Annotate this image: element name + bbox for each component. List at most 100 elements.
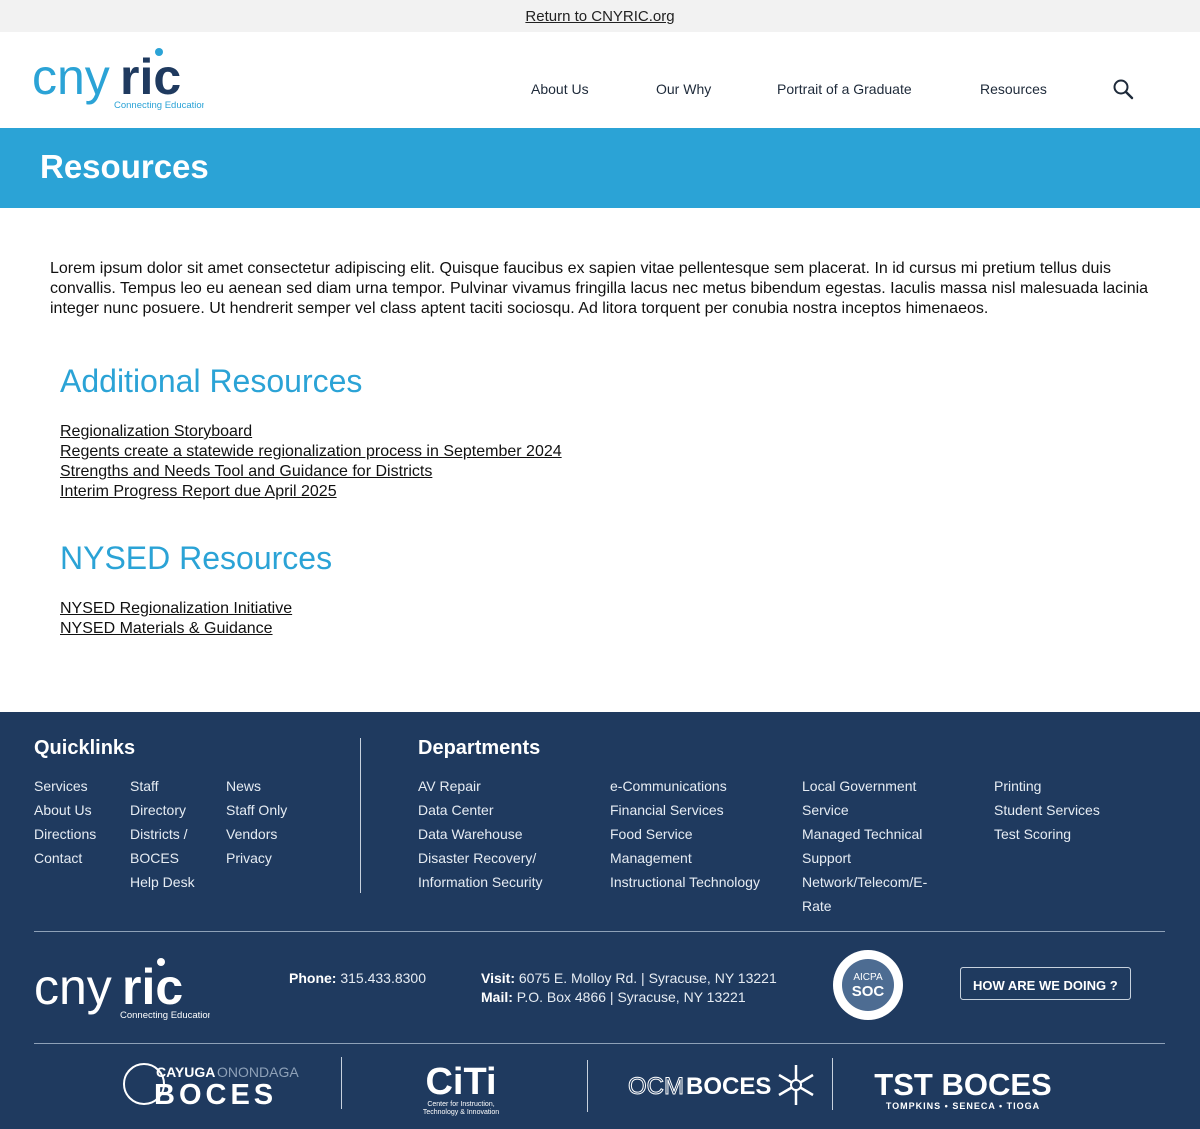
dept-data-center[interactable]: Data Center xyxy=(418,798,543,822)
phone-label: Phone: xyxy=(289,970,337,986)
link-nysed-regionalization-initiative[interactable]: NYSED Regionalization Initiative xyxy=(60,599,292,619)
quicklinks-column-2: Staff Directory Districts / BOCES Help D… xyxy=(130,774,195,894)
tst-boces-text: TST BOCES xyxy=(874,1067,1051,1102)
departments-column-3: Local Government Service Managed Technic… xyxy=(802,774,927,918)
dept-av-repair[interactable]: AV Repair xyxy=(418,774,543,798)
soc-badge-soc: SOC xyxy=(852,983,885,1000)
dept-instructional-technology[interactable]: Instructional Technology xyxy=(610,870,760,894)
page-title: Resources xyxy=(40,148,209,185)
dept-disaster-recovery[interactable]: Disaster Recovery/ xyxy=(418,846,543,870)
footer-logo-text-ric: ric xyxy=(122,959,183,1015)
return-to-cnyric-link[interactable]: Return to CNYRIC.org xyxy=(525,8,674,25)
footer-address: Visit: 6075 E. Molloy Rd. | Syracuse, NY… xyxy=(481,969,777,1007)
footer-divider-bottom xyxy=(34,1043,1165,1044)
partner-separator-3 xyxy=(832,1058,833,1110)
tst-boces-logo[interactable]: TST BOCES TOMPKINS • SENECA • TIOGA xyxy=(872,1066,1054,1112)
quicklink-staff-only[interactable]: Staff Only xyxy=(226,798,287,822)
link-interim-progress-report[interactable]: Interim Progress Report due April 2025 xyxy=(60,482,562,502)
footer-vertical-divider xyxy=(360,738,361,893)
nav-our-why[interactable]: Our Why xyxy=(656,81,711,97)
dept-network-telecom-rate[interactable]: Rate xyxy=(802,894,927,918)
tst-boces-sub: TOMPKINS • SENECA • TIOGA xyxy=(886,1101,1040,1111)
main-nav: About Us Our Why Portrait of a Graduate … xyxy=(0,81,1200,101)
cayuga-onondaga-boces-logo[interactable]: CAYUGA ONONDAGA BOCES xyxy=(120,1060,302,1108)
quicklink-contact[interactable]: Contact xyxy=(34,846,96,870)
dept-food-service[interactable]: Food Service xyxy=(610,822,760,846)
dept-local-government[interactable]: Local Government xyxy=(802,774,927,798)
link-regents-statewide-process[interactable]: Regents create a statewide regionalizati… xyxy=(60,442,562,462)
site-header: cny ric Connecting Education About Us Ou… xyxy=(0,32,1200,128)
quicklink-vendors[interactable]: Vendors xyxy=(226,822,287,846)
mail-address: P.O. Box 4866 | Syracuse, NY 13221 xyxy=(516,989,746,1005)
additional-resources-heading: Additional Resources xyxy=(60,363,363,399)
nysed-resources-heading: NYSED Resources xyxy=(60,540,333,576)
dept-network-telecom[interactable]: Network/Telecom/E- xyxy=(802,870,927,894)
ocm-star-icon xyxy=(778,1065,814,1105)
dept-financial-services[interactable]: Financial Services xyxy=(610,798,760,822)
additional-resources-links: Regionalization Storyboard Regents creat… xyxy=(60,422,562,502)
dept-printing[interactable]: Printing xyxy=(994,774,1100,798)
citi-sub-1: Center for Instruction, xyxy=(427,1101,494,1108)
citi-logo[interactable]: CiTi Center for Instruction, Technology … xyxy=(416,1058,506,1116)
dept-information-security[interactable]: Information Security xyxy=(418,870,543,894)
quicklink-directory[interactable]: Directory xyxy=(130,798,195,822)
ocm-boces-text: BOCES xyxy=(686,1073,771,1100)
mail-label: Mail: xyxy=(481,989,513,1005)
visit-address: 6075 E. Molloy Rd. | Syracuse, NY 13221 xyxy=(518,970,777,986)
dept-managed-technical-support[interactable]: Support xyxy=(802,846,927,870)
phone-number[interactable]: 315.433.8300 xyxy=(340,970,426,986)
dept-student-services[interactable]: Student Services xyxy=(994,798,1100,822)
quicklink-about-us[interactable]: About Us xyxy=(34,798,96,822)
site-footer: Quicklinks Services About Us Directions … xyxy=(0,712,1200,1129)
how-are-we-doing-button[interactable]: HOW ARE WE DOING ? xyxy=(960,967,1131,1000)
nav-about-us[interactable]: About Us xyxy=(531,81,589,97)
departments-column-1: AV Repair Data Center Data Warehouse Dis… xyxy=(418,774,543,894)
quicklink-services[interactable]: Services xyxy=(34,774,96,798)
ocm-text: OCM xyxy=(628,1073,684,1100)
cnyric-logo[interactable]: cny ric Connecting Education xyxy=(32,46,204,112)
dept-food-service-management[interactable]: Management xyxy=(610,846,760,870)
quicklinks-column-3: News Staff Only Vendors Privacy xyxy=(226,774,287,870)
cayuga-boces-text: BOCES xyxy=(154,1079,277,1108)
search-icon[interactable] xyxy=(1112,78,1134,100)
link-strengths-needs-tool[interactable]: Strengths and Needs Tool and Guidance fo… xyxy=(60,462,562,482)
dept-local-government-service[interactable]: Service xyxy=(802,798,927,822)
aicpa-soc-badge: AICPA SOC xyxy=(833,950,903,1020)
link-nysed-materials-guidance[interactable]: NYSED Materials & Guidance xyxy=(60,619,292,639)
quicklink-news[interactable]: News xyxy=(226,774,287,798)
dept-e-communications[interactable]: e-Communications xyxy=(610,774,760,798)
how-button-label: HOW ARE WE DOING ? xyxy=(973,978,1118,993)
quicklink-staff[interactable]: Staff xyxy=(130,774,195,798)
page-hero-banner: Resources xyxy=(0,128,1200,208)
visit-label: Visit: xyxy=(481,970,515,986)
ocm-boces-logo[interactable]: OCM BOCES xyxy=(628,1062,816,1108)
dept-managed-technical[interactable]: Managed Technical xyxy=(802,822,927,846)
citi-text: CiTi xyxy=(425,1061,496,1103)
soc-badge-aicpa: AICPA xyxy=(853,972,883,983)
cnyric-footer-logo[interactable]: cny ric Connecting Education xyxy=(34,956,210,1022)
footer-divider-top xyxy=(34,931,1165,932)
nysed-resources-links: NYSED Regionalization Initiative NYSED M… xyxy=(60,599,292,639)
onondaga-text: ONONDAGA xyxy=(217,1064,299,1080)
quicklink-boces[interactable]: BOCES xyxy=(130,846,195,870)
departments-column-2: e-Communications Financial Services Food… xyxy=(610,774,760,894)
footer-phone: Phone: 315.433.8300 xyxy=(289,969,426,988)
cayuga-text: CAYUGA xyxy=(156,1064,215,1080)
dept-data-warehouse[interactable]: Data Warehouse xyxy=(418,822,543,846)
departments-heading: Departments xyxy=(418,737,541,759)
citi-sub-2: Technology & Innovation xyxy=(423,1109,499,1116)
footer-logo-tagline: Connecting Education xyxy=(120,1010,210,1021)
partner-separator-1 xyxy=(341,1057,342,1109)
quicklink-directions[interactable]: Directions xyxy=(34,822,96,846)
top-bar: Return to CNYRIC.org xyxy=(0,0,1200,32)
link-regionalization-storyboard[interactable]: Regionalization Storyboard xyxy=(60,422,562,442)
quicklink-help-desk[interactable]: Help Desk xyxy=(130,870,195,894)
nav-portrait-of-a-graduate[interactable]: Portrait of a Graduate xyxy=(777,81,912,97)
departments-column-4: Printing Student Services Test Scoring xyxy=(994,774,1100,846)
quicklink-privacy[interactable]: Privacy xyxy=(226,846,287,870)
dept-test-scoring[interactable]: Test Scoring xyxy=(994,822,1100,846)
nav-resources[interactable]: Resources xyxy=(980,81,1047,97)
quicklinks-heading: Quicklinks xyxy=(34,737,136,759)
quicklink-districts[interactable]: Districts / xyxy=(130,822,195,846)
partner-separator-2 xyxy=(587,1060,588,1112)
